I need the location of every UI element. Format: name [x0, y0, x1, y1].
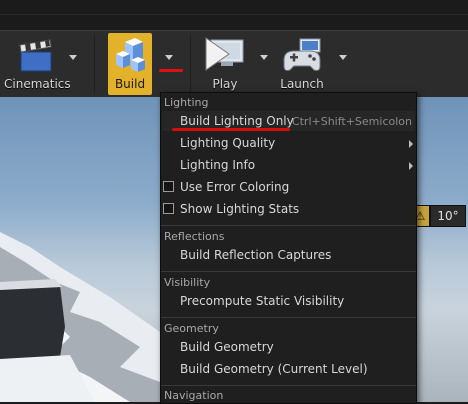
build-dropdown-menu: Lighting Build Lighting Only Ctrl+Shift+… — [160, 92, 417, 404]
angle-snap-value[interactable]: 10° — [430, 205, 466, 227]
shortcut-build-lighting-only: Ctrl+Shift+Semicolon — [291, 115, 412, 128]
menu-item-build-lighting-only[interactable]: Build Lighting Only — [180, 114, 294, 128]
title-strip — [0, 0, 468, 30]
label-use-error-coloring: Use Error Coloring — [180, 180, 290, 194]
annotation-underline-build-lighting-only — [172, 128, 290, 131]
section-visibility-header: Visibility — [164, 276, 211, 289]
launch-dropdown-arrow[interactable] — [336, 51, 350, 63]
play-button[interactable]: Play — [198, 33, 252, 95]
toolbar-separator — [190, 35, 191, 93]
toolbar-separator — [94, 35, 95, 93]
menu-separator — [161, 385, 416, 386]
menu-separator — [161, 271, 416, 272]
menu-item-use-error-coloring[interactable]: Use Error Coloring — [163, 180, 289, 194]
gamepad-icon — [283, 38, 321, 71]
menu-item-build-geometry-current-level[interactable]: Build Geometry (Current Level) — [180, 362, 368, 376]
launch-label: Launch — [280, 77, 324, 91]
launch-button[interactable]: Launch — [276, 33, 328, 95]
build-label: Build — [114, 77, 146, 91]
build-blocks-icon — [116, 38, 145, 72]
play-icon — [205, 37, 244, 71]
build-dropdown-arrow[interactable] — [162, 51, 176, 63]
submenu-arrow-icon — [409, 140, 413, 148]
checkbox-icon[interactable] — [163, 181, 174, 192]
menu-separator — [161, 317, 416, 318]
section-lighting-header: Lighting — [164, 96, 209, 109]
annotation-underline-build-arrow — [159, 69, 183, 72]
menu-item-lighting-quality[interactable]: Lighting Quality — [180, 136, 275, 150]
section-geometry-header: Geometry — [164, 322, 219, 335]
cinematics-button[interactable]: Cinematics — [4, 33, 71, 95]
clapperboard-icon — [19, 39, 52, 72]
play-label: Play — [212, 77, 238, 91]
main-toolbar: Cinematics Build Play Launch — [0, 30, 468, 98]
cinematics-label: Cinematics — [4, 77, 71, 91]
checkbox-icon[interactable] — [163, 203, 174, 214]
menu-item-lighting-info[interactable]: Lighting Info — [180, 158, 255, 172]
menu-item-precompute-static-visibility[interactable]: Precompute Static Visibility — [180, 294, 344, 308]
build-button[interactable]: Build — [108, 33, 152, 95]
label-show-lighting-stats: Show Lighting Stats — [180, 202, 300, 216]
section-navigation-header: Navigation — [164, 389, 224, 402]
menu-item-build-geometry[interactable]: Build Geometry — [180, 340, 274, 354]
menu-item-build-reflection-captures[interactable]: Build Reflection Captures — [180, 248, 331, 262]
menu-separator — [161, 225, 416, 226]
cinematics-dropdown-arrow[interactable] — [66, 51, 80, 63]
play-dropdown-arrow[interactable] — [257, 51, 271, 63]
submenu-arrow-icon — [409, 162, 413, 170]
menu-item-show-lighting-stats[interactable]: Show Lighting Stats — [163, 202, 299, 216]
section-reflections-header: Reflections — [164, 230, 225, 243]
